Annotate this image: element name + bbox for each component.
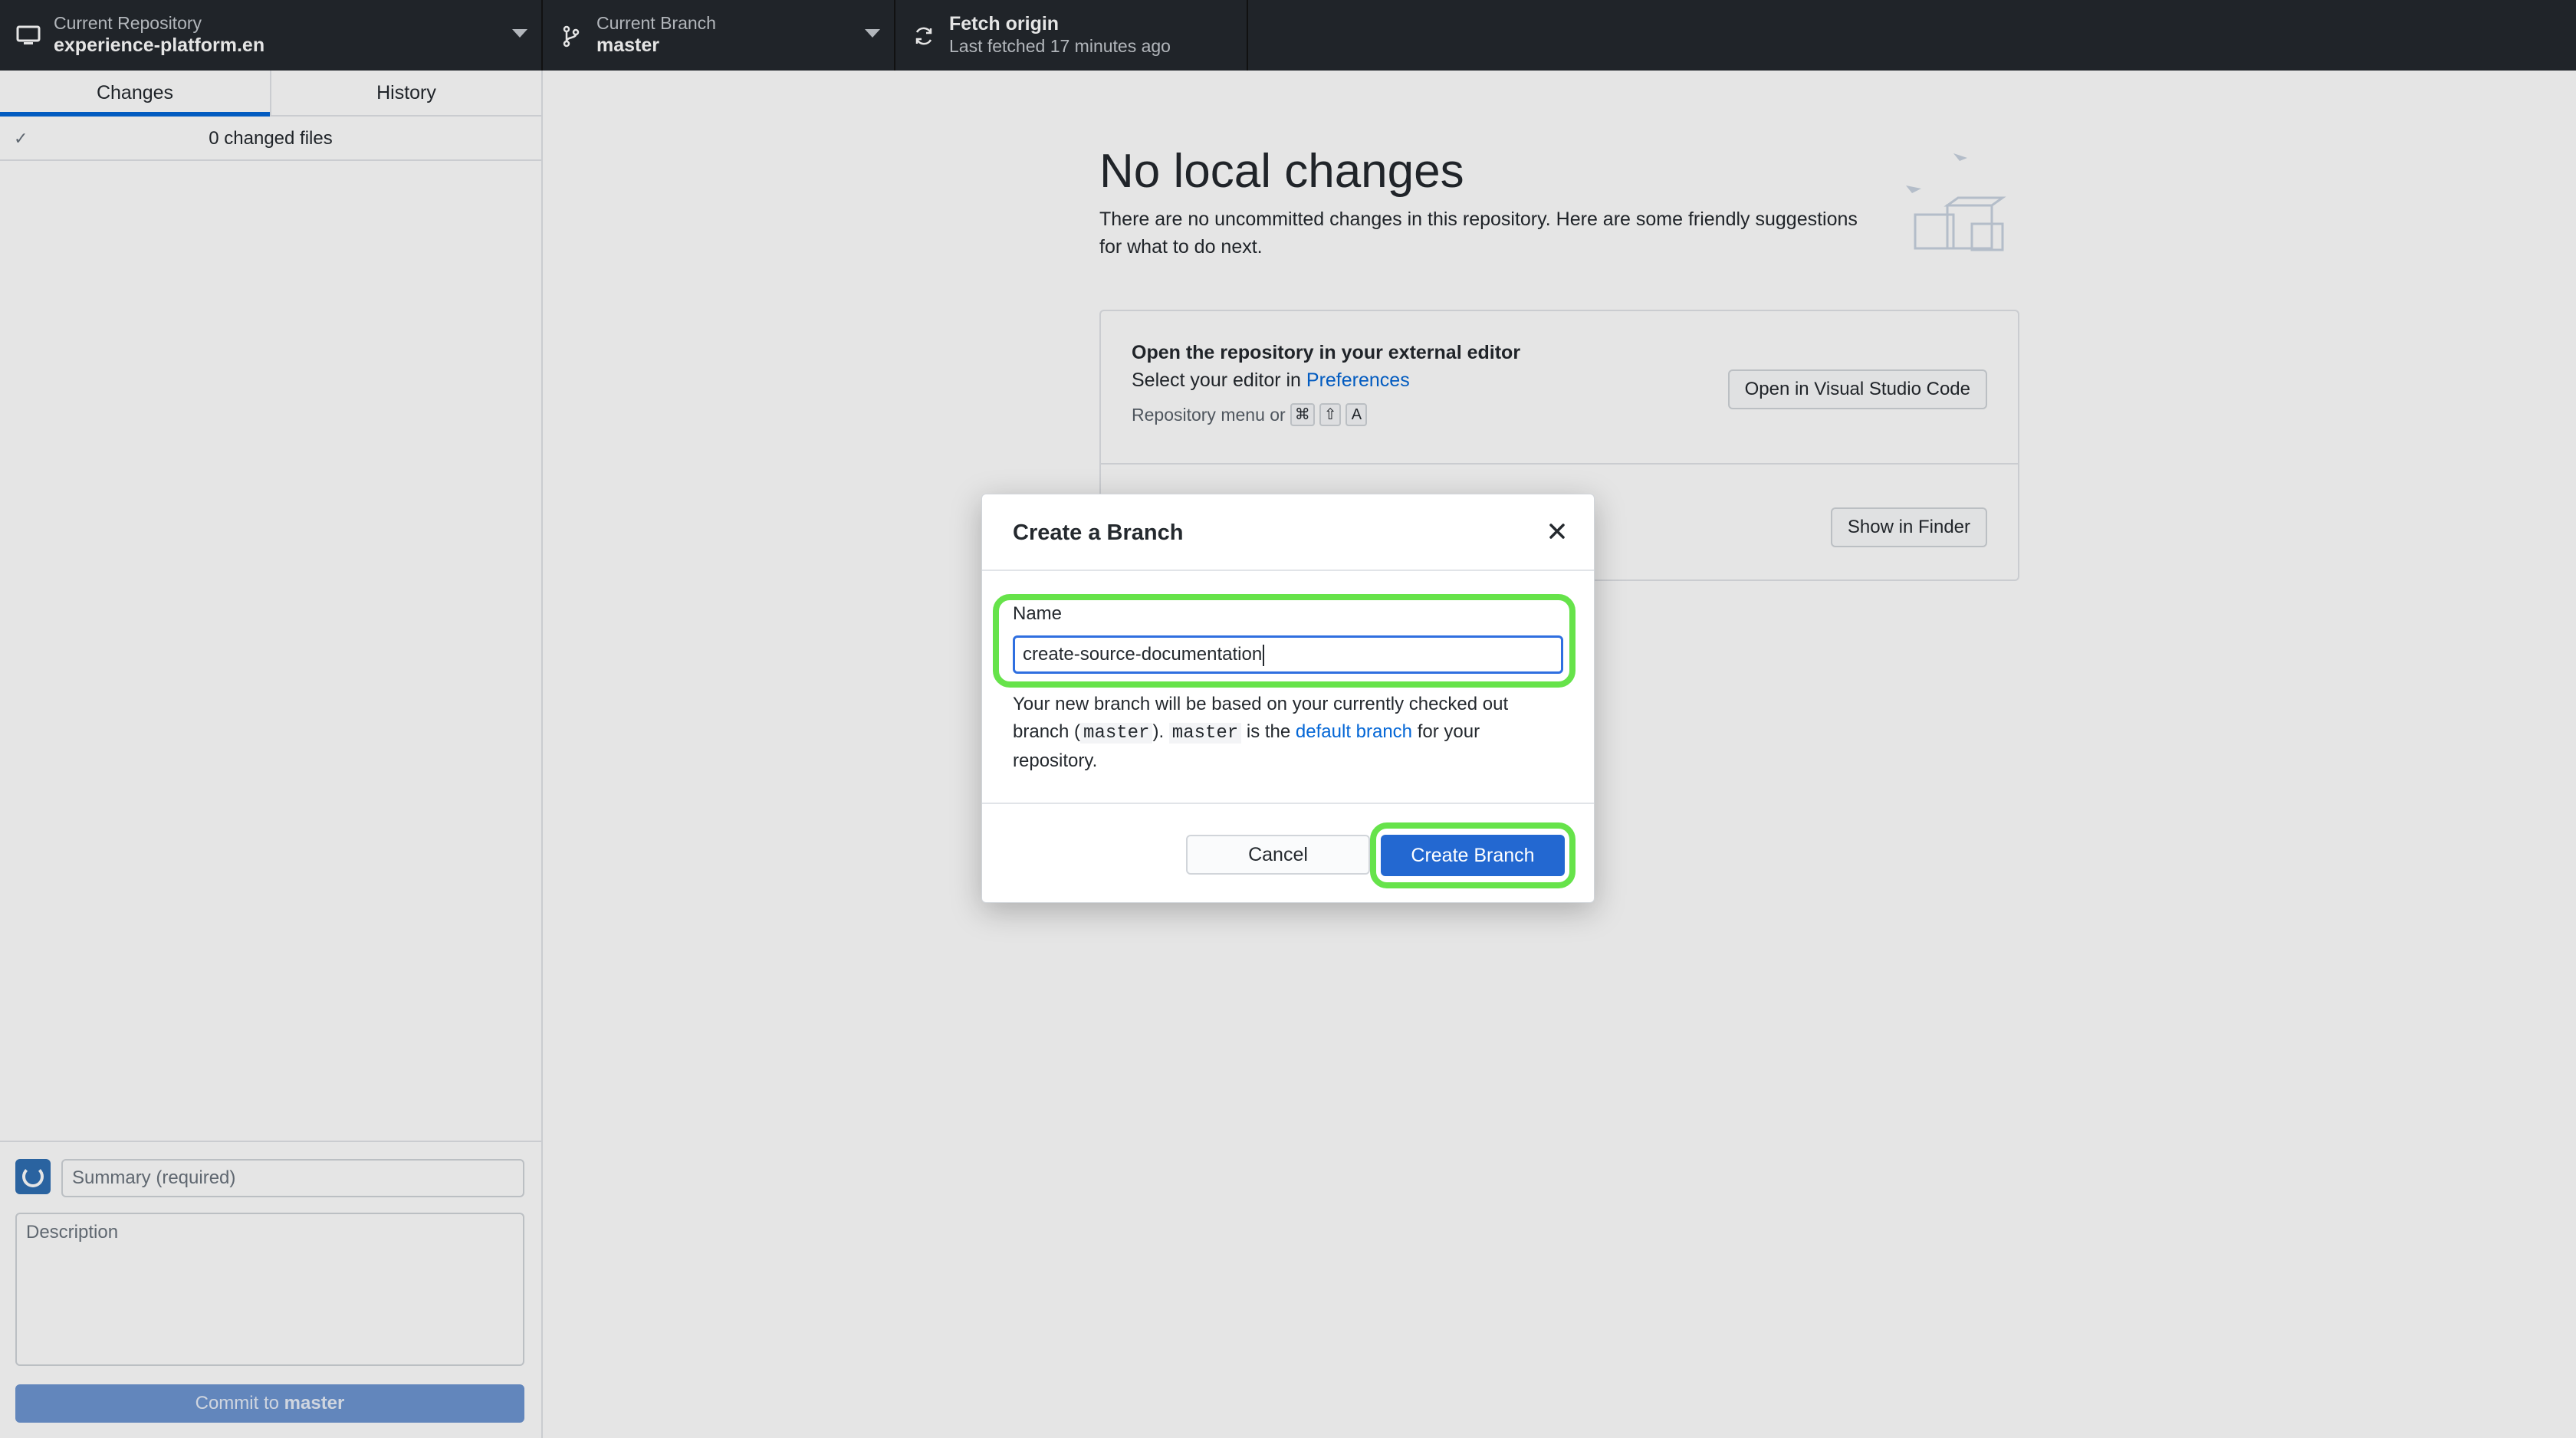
create-branch-button[interactable]: Create Branch: [1381, 835, 1565, 876]
branch-note: Your new branch will be based on your cu…: [1013, 694, 1509, 771]
cancel-button[interactable]: Cancel: [1186, 835, 1370, 875]
name-label: Name: [1013, 603, 1063, 624]
dialog-header: Create a Branch: [982, 494, 1594, 571]
dialog-footer: Cancel Create Branch: [982, 803, 1594, 904]
close-icon[interactable]: [1540, 514, 1574, 548]
branch-name-input[interactable]: create-source-documentation: [1013, 635, 1563, 674]
branch-name-value: create-source-documentation: [1023, 644, 1263, 665]
default-branch-link[interactable]: default branch: [1296, 721, 1412, 742]
create-branch-dialog: Create a Branch Name create-source-docum…: [981, 494, 1595, 903]
dialog-title: Create a Branch: [1013, 520, 1184, 545]
